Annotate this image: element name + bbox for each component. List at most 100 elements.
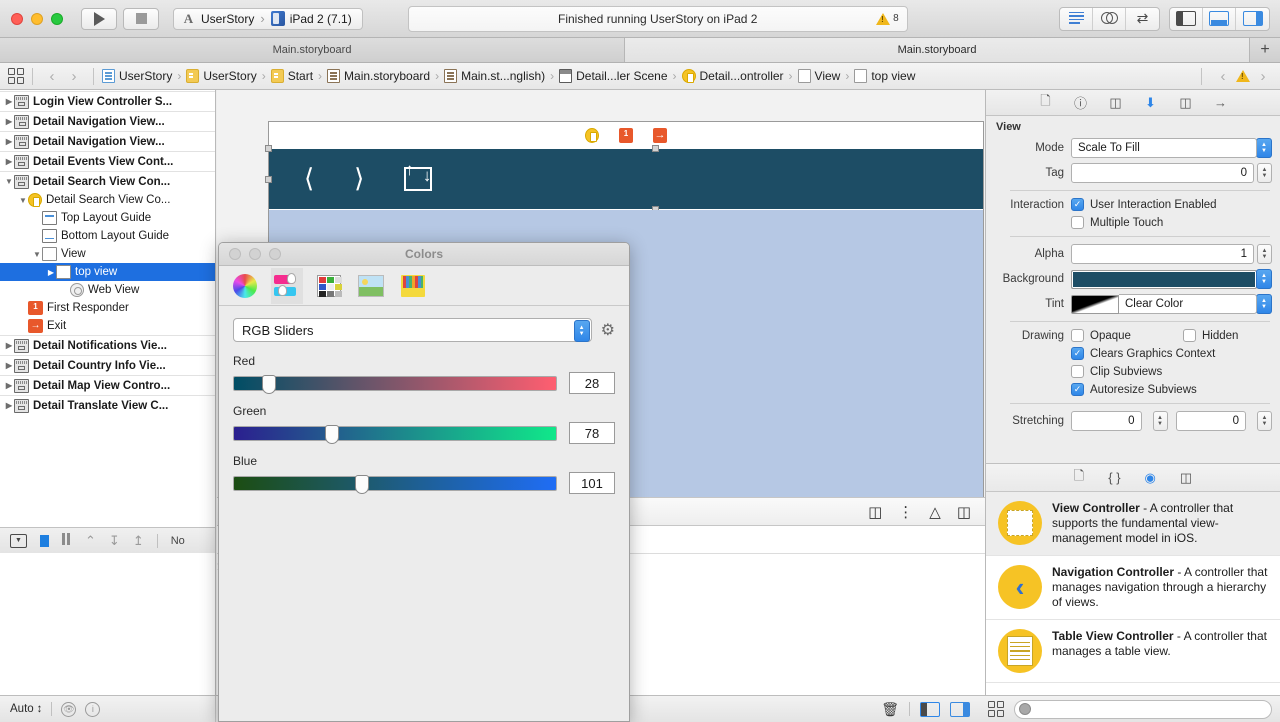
outline-row[interactable]: ▶ Detail Map View Contro... <box>0 375 215 395</box>
colors-panel[interactable]: Colors RGB Sliders ▲ ▼ ⚙ Red 28 Green 78 Blue… <box>218 242 630 722</box>
quick-help-icon[interactable]: ⓘ <box>1072 94 1089 111</box>
tag-input[interactable]: 0 <box>1071 163 1254 183</box>
version-editor-button[interactable]: ⇄ <box>1126 8 1159 30</box>
stop-button[interactable] <box>123 7 159 30</box>
pencils-icon[interactable] <box>397 268 429 304</box>
disclosure-right-icon[interactable]: ▶ <box>4 157 14 166</box>
navigate-forward-button[interactable]: › <box>63 68 85 85</box>
opaque-checkbox[interactable]: Opaque <box>1071 329 1183 342</box>
stretch-y-stepper[interactable]: ▲ ▼ <box>1257 411 1272 431</box>
color-slider-value-input[interactable]: 101 <box>569 472 615 494</box>
resize-handle[interactable] <box>265 145 272 152</box>
info-icon[interactable]: i <box>85 701 101 717</box>
color-slider-knob[interactable] <box>262 374 277 394</box>
hide-debug-area-icon[interactable]: ▼ <box>10 533 27 548</box>
color-slider-value-input[interactable]: 28 <box>569 372 615 394</box>
disclosure-right-icon[interactable]: ▶ <box>4 341 14 350</box>
add-tab-button[interactable]: + <box>1250 38 1280 62</box>
outline-row[interactable]: ▶ Detail Translate View C... <box>0 395 215 415</box>
disclosure-right-icon[interactable]: ▶ <box>4 97 14 106</box>
tint-color-swatch[interactable] <box>1071 294 1119 314</box>
code-snippet-library-icon[interactable]: { } <box>1108 470 1120 485</box>
breadcrumb-item-storyboard[interactable]: Main.storyboard <box>327 69 430 83</box>
align-icon[interactable]: ⋮ <box>898 503 913 521</box>
mode-stepper-icon[interactable]: ▲ ▼ <box>1256 138 1272 158</box>
outline-row[interactable]: First Responder <box>0 299 215 317</box>
color-slider-track[interactable] <box>233 374 557 394</box>
library-item[interactable]: View Controller - A controller that supp… <box>986 492 1280 556</box>
color-mode-stepper-icon[interactable]: ▲ ▼ <box>573 320 590 342</box>
top-view[interactable]: ⟨ ⟩ <box>265 145 983 213</box>
outline-row[interactable]: ▶ Detail Notifications Vie... <box>0 335 215 355</box>
breakpoints-icon[interactable] <box>40 534 49 547</box>
outline-row[interactable]: ▶ Detail Events View Cont... <box>0 151 215 171</box>
stretch-x-stepper[interactable]: ▲ ▼ <box>1152 411 1168 431</box>
file-inspector-icon[interactable]: 🗋 <box>1037 93 1054 111</box>
zoom-window-button[interactable] <box>51 12 63 25</box>
outline-row[interactable]: ▼ Detail Search View Con... <box>0 171 215 191</box>
outline-row[interactable]: ▶ Detail Navigation View... <box>0 111 215 131</box>
eye-icon[interactable]: 👁 <box>61 701 77 717</box>
warning-icon[interactable] <box>1236 70 1250 82</box>
library-search-input[interactable] <box>1014 699 1272 719</box>
trash-icon[interactable]: 🗑 <box>881 701 899 718</box>
tint-stepper-icon[interactable]: ▲ ▼ <box>1256 294 1272 314</box>
disclosure-right-icon[interactable]: ▶ <box>4 361 14 370</box>
tag-stepper[interactable]: ▲ ▼ <box>1257 163 1272 183</box>
close-window-button[interactable] <box>11 12 23 25</box>
outline-row[interactable]: ▼ View <box>0 245 215 263</box>
color-slider-track[interactable] <box>233 424 557 444</box>
object-library-list[interactable]: View Controller - A controller that supp… <box>986 492 1280 695</box>
resolve-issues-icon[interactable]: △ <box>929 503 941 521</box>
scheme-selector[interactable]: UserStory › iPad 2 (7.1) <box>173 7 363 30</box>
assistant-editor-button[interactable] <box>1093 7 1126 30</box>
editor-mode-segmented[interactable]: ⇄ <box>1059 6 1160 31</box>
step-over-icon[interactable]: ⌃ <box>85 533 96 549</box>
breadcrumb-item-scene[interactable]: Detail...ler Scene <box>559 69 668 83</box>
color-wheel-icon[interactable] <box>229 268 261 304</box>
auto-layout-selector[interactable]: Auto ↕ <box>10 703 42 715</box>
color-slider-track[interactable] <box>233 474 557 494</box>
outline-row[interactable]: ▶ Detail Country Info Vie... <box>0 355 215 375</box>
disclosure-down-icon[interactable]: ▼ <box>4 177 14 186</box>
alpha-stepper[interactable]: ▲ ▼ <box>1257 244 1272 264</box>
step-out-icon[interactable]: ↥ <box>133 533 144 549</box>
disclosure-right-icon[interactable]: ▶ <box>4 137 14 146</box>
prev-chevron-icon[interactable]: ⟨ <box>304 164 314 194</box>
clip-subviews-checkbox[interactable]: Clip Subviews <box>1071 365 1272 378</box>
toggle-navigator-button[interactable] <box>1170 7 1203 30</box>
document-outline-icon[interactable]: ◫ <box>868 503 882 521</box>
navigate-back-button[interactable]: ‹ <box>41 68 63 85</box>
stretch-y-input[interactable]: 0 <box>1175 411 1246 431</box>
attributes-inspector-icon[interactable]: ⬇ <box>1142 94 1159 111</box>
view-controller-badge-icon[interactable] <box>585 128 599 143</box>
exit-badge-icon[interactable] <box>653 127 667 143</box>
multiple-touch-checkbox[interactable]: Multiple Touch <box>1071 216 1272 229</box>
gear-icon[interactable]: ⚙ <box>601 320 615 340</box>
resize-handle[interactable] <box>265 176 272 183</box>
disclosure-right-icon[interactable]: ▶ <box>4 381 14 390</box>
background-color-well[interactable] <box>1071 269 1257 289</box>
color-slider-knob[interactable] <box>325 424 340 444</box>
color-sliders-icon[interactable] <box>271 267 303 304</box>
outline-row[interactable]: Top Layout Guide <box>0 209 215 227</box>
file-template-library-icon[interactable]: 🗋 <box>1074 467 1084 489</box>
breadcrumb-item-view[interactable]: View <box>797 69 840 83</box>
disclosure-right-icon[interactable]: ▶ <box>4 401 14 410</box>
show-console-icon[interactable] <box>920 701 940 717</box>
disclosure-right-icon[interactable]: ▶ <box>46 268 56 277</box>
outline-row[interactable]: ▶ Login View Controller S... <box>0 91 215 111</box>
library-item[interactable]: ‹ Navigation Controller - A controller th… <box>986 556 1280 620</box>
refresh-icon[interactable] <box>404 160 433 191</box>
tab-main-storyboard-1[interactable]: Main.storyboard <box>0 38 625 62</box>
outline-row[interactable]: Bottom Layout Guide <box>0 227 215 245</box>
library-item[interactable]: Table View Controller - A controller tha… <box>986 620 1280 683</box>
outline-row[interactable]: Exit <box>0 317 215 335</box>
tab-main-storyboard-2[interactable]: Main.storyboard <box>625 38 1250 62</box>
connections-inspector-icon[interactable]: → <box>1212 94 1229 111</box>
identity-inspector-icon[interactable]: ◫ <box>1107 94 1124 111</box>
minimize-window-button[interactable] <box>31 12 43 25</box>
standard-editor-button[interactable] <box>1060 7 1093 30</box>
disclosure-down-icon[interactable]: ▼ <box>32 250 42 259</box>
outline-row[interactable]: Web View <box>0 281 215 299</box>
